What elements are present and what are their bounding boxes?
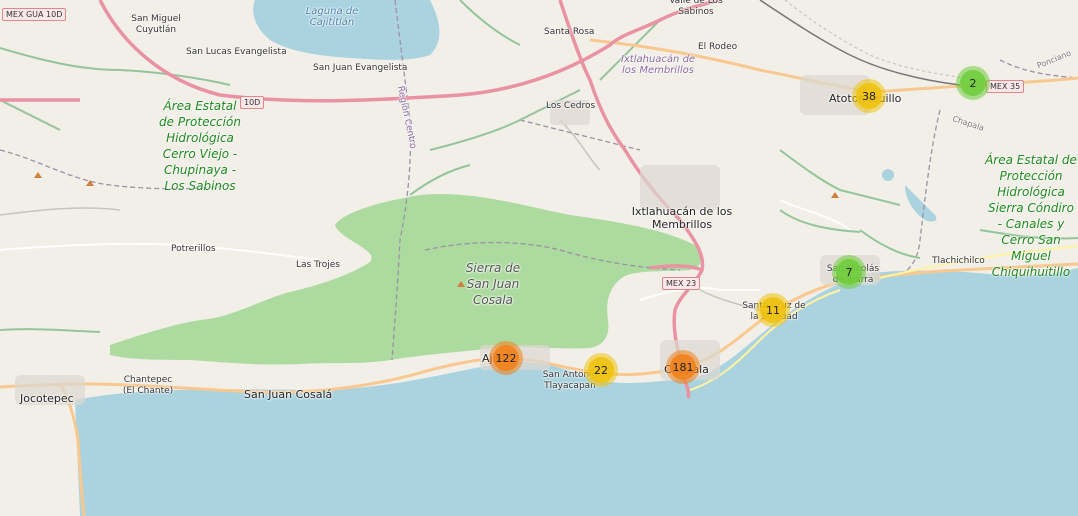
place-tlachichilco: Tlachichilco — [932, 256, 985, 266]
marker-cluster-11[interactable]: 11 — [756, 293, 790, 327]
marker-cluster-22[interactable]: 22 — [584, 353, 618, 387]
marker-cluster-38[interactable]: 38 — [852, 79, 886, 113]
place-san-miguel-cuyutlan: San Miguel Cuyutlán — [131, 14, 181, 35]
park-label-sierra-condiro: Área Estatal de Protección Hidrológica S… — [985, 153, 1077, 279]
marker-cluster-7[interactable]: 7 — [832, 255, 866, 289]
map-view[interactable]: MEX GUA 10D 10D MEX 35 MEX 23 San Miguel… — [0, 0, 1078, 516]
place-chantepec: Chantepec (El Chante) — [122, 375, 174, 396]
place-jocotepec: Jocotepec — [20, 392, 74, 405]
place-santa-rosa: Santa Rosa — [544, 27, 595, 37]
place-ixtlahuacan: Ixtlahuacán de los Membrillos — [631, 205, 733, 231]
place-los-cedros: Los Cedros — [546, 101, 596, 111]
marker-cluster-181[interactable]: 181 — [666, 350, 700, 384]
place-el-rodeo: El Rodeo — [698, 42, 738, 52]
cluster-count: 38 — [856, 83, 882, 109]
map-base — [0, 0, 1078, 516]
place-potrerillos: Potrerillos — [171, 244, 216, 254]
cluster-count: 11 — [760, 297, 786, 323]
road-shield-mex-gua-10d: MEX GUA 10D — [2, 8, 67, 21]
cluster-count: 122 — [493, 345, 519, 371]
park-label-cerro-viejo: Área Estatal de Protección Hidrológica C… — [159, 99, 241, 193]
marker-cluster-2[interactable]: 2 — [956, 66, 990, 100]
place-san-juan-cosala: San Juan Cosalá — [244, 388, 333, 401]
cluster-count: 2 — [960, 70, 986, 96]
place-valle-sabinos: Valle de Los Sabinos — [669, 0, 723, 17]
cluster-count: 22 — [588, 357, 614, 383]
cluster-count: 181 — [670, 354, 696, 380]
cluster-count: 7 — [836, 259, 862, 285]
place-ixtlahuacan-municipality: Ixtlahuacán de los Membrillos — [620, 54, 696, 76]
place-laguna-cajititlan: Laguna de Cajititlán — [305, 6, 359, 28]
marker-cluster-122[interactable]: 122 — [489, 341, 523, 375]
place-san-lucas: San Lucas Evangelista — [186, 47, 287, 57]
road-shield-mex-35: MEX 35 — [986, 80, 1025, 93]
place-san-juan-evangelista: San Juan Evangelista — [313, 63, 408, 73]
place-sierra-san-juan-cosala: Sierra de San Juan Cosala — [465, 261, 521, 307]
road-shield-mex-23: MEX 23 — [662, 277, 701, 290]
place-las-trojes: Las Trojes — [296, 260, 340, 270]
